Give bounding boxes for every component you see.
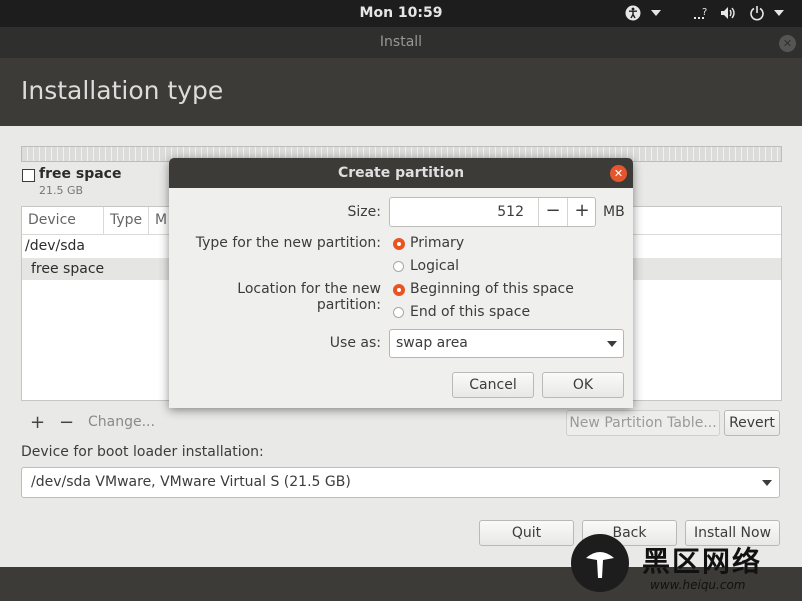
- create-partition-dialog: Create partition ✕ Size: 512 − + MB Type…: [169, 158, 633, 408]
- use-as-label: Use as:: [329, 335, 381, 351]
- revert-button[interactable]: Revert: [724, 410, 780, 436]
- increment-button[interactable]: +: [567, 198, 596, 226]
- page-title: Installation type: [21, 76, 224, 105]
- radio-logical-label[interactable]: Logical: [410, 258, 459, 274]
- row-device: free space: [31, 261, 105, 277]
- size-unit: MB: [603, 204, 625, 220]
- row-device: /dev/sda: [25, 238, 85, 254]
- page-header: Installation type: [0, 58, 802, 126]
- size-stepper[interactable]: 512 − +: [389, 197, 596, 227]
- window-titlebar: Install: [0, 27, 802, 58]
- watermark-text: 黑区网络: [642, 545, 763, 578]
- legend-label: free space: [39, 166, 122, 182]
- power-icon[interactable]: [749, 0, 765, 27]
- dialog-title: Create partition: [169, 158, 633, 188]
- close-icon[interactable]: ✕: [610, 165, 627, 182]
- radio-end[interactable]: [393, 307, 404, 318]
- new-partition-table-button[interactable]: New Partition Table...: [566, 410, 720, 436]
- radio-beginning-label[interactable]: Beginning of this space: [410, 281, 574, 297]
- svg-text:?: ?: [702, 7, 707, 18]
- change-partition-button[interactable]: Change...: [88, 414, 155, 430]
- radio-primary[interactable]: [393, 238, 405, 250]
- volume-icon[interactable]: [720, 0, 738, 27]
- chevron-down-icon[interactable]: [651, 0, 661, 27]
- cancel-button[interactable]: Cancel: [452, 372, 534, 398]
- size-input[interactable]: 512: [390, 198, 524, 226]
- boot-loader-select[interactable]: /dev/sda VMware, VMware Virtual S (21.5 …: [21, 467, 780, 498]
- top-panel: Mon 10:59 ?: [0, 0, 802, 27]
- radio-beginning[interactable]: [393, 284, 405, 296]
- chevron-down-icon[interactable]: [774, 0, 784, 27]
- use-as-value: swap area: [396, 335, 468, 351]
- chevron-down-icon: [762, 480, 772, 486]
- watermark-logo: [571, 534, 629, 592]
- partition-type-label: Type for the new partition:: [195, 235, 381, 251]
- window-title: Install: [379, 34, 423, 50]
- watermark-url: www.heiqu.com: [650, 578, 746, 592]
- remove-partition-button[interactable]: −: [59, 412, 74, 433]
- network-icon[interactable]: ?: [693, 0, 709, 27]
- quit-button[interactable]: Quit: [479, 520, 574, 546]
- boot-loader-label: Device for boot loader installation:: [21, 444, 264, 460]
- radio-end-label[interactable]: End of this space: [410, 304, 530, 320]
- legend-size: 21.5 GB: [39, 184, 84, 197]
- ok-button[interactable]: OK: [542, 372, 624, 398]
- partition-location-label: Location for the new partition:: [237, 281, 381, 313]
- size-label: Size:: [347, 204, 381, 220]
- clock[interactable]: Mon 10:59: [0, 0, 802, 27]
- column-device[interactable]: Device: [22, 207, 104, 234]
- close-icon[interactable]: ✕: [779, 35, 796, 52]
- radio-logical[interactable]: [393, 261, 404, 272]
- add-partition-button[interactable]: +: [30, 412, 45, 433]
- boot-loader-value: /dev/sda VMware, VMware Virtual S (21.5 …: [31, 474, 351, 490]
- accessibility-icon[interactable]: [625, 0, 641, 27]
- decrement-button[interactable]: −: [538, 198, 567, 226]
- legend-swatch: [22, 169, 35, 182]
- chevron-down-icon: [607, 341, 617, 347]
- radio-primary-label[interactable]: Primary: [410, 235, 464, 251]
- use-as-select[interactable]: swap area: [389, 329, 624, 358]
- column-type[interactable]: Type: [104, 207, 149, 234]
